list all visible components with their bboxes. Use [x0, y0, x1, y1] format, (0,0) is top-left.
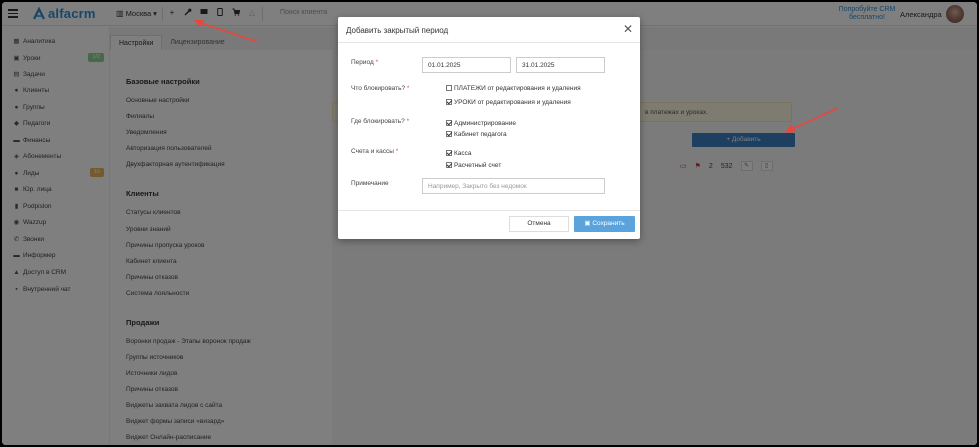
account-cash-checkbox[interactable]: Касса [446, 148, 472, 158]
checkbox-unchecked[interactable] [446, 85, 452, 91]
close-icon[interactable]: ✕ [623, 22, 633, 36]
app-window: alfacrm ▥ Москва ▾ + △ Поиск клиента Поп… [2, 2, 977, 445]
save-button[interactable]: ▣ Сохранить [574, 216, 635, 232]
checkbox-checked[interactable] [446, 99, 452, 105]
divider [338, 42, 640, 43]
checkbox-checked[interactable] [446, 162, 452, 168]
modal-title: Добавить закрытый период [346, 26, 449, 35]
checkbox-checked[interactable] [446, 150, 452, 156]
note-label: Примечание [351, 180, 389, 187]
where-to-block-label: Где блокировать? * [351, 118, 410, 125]
checkbox-checked[interactable] [446, 120, 452, 126]
period-label: Период * [351, 59, 379, 66]
date-to-input[interactable] [516, 57, 605, 73]
accounts-label: Счета и кассы * [351, 148, 399, 155]
note-input[interactable] [422, 178, 605, 194]
account-bank-checkbox[interactable]: Расчетный счет [446, 160, 501, 170]
divider [338, 210, 640, 211]
closed-period-modal: Добавить закрытый период ✕ Период * Что … [338, 17, 640, 239]
checkbox-checked[interactable] [446, 131, 452, 137]
block-payments-checkbox[interactable]: ПЛАТЕЖИ от редактирования и удаления [446, 83, 581, 93]
annotation-arrow-add [785, 107, 839, 133]
floppy-icon: ▣ [584, 220, 591, 227]
date-from-input[interactable] [422, 57, 511, 73]
what-to-block-label: Что блокировать? * [351, 85, 410, 92]
cancel-button[interactable]: Отмена [509, 216, 569, 232]
block-lessons-checkbox[interactable]: УРОКИ от редактирования и удаления [446, 97, 571, 107]
annotation-arrow-wrench [194, 20, 259, 43]
block-admin-checkbox[interactable]: Администрирование [446, 118, 516, 128]
block-teacher-cabinet-checkbox[interactable]: Кабинет педагога [446, 129, 507, 139]
